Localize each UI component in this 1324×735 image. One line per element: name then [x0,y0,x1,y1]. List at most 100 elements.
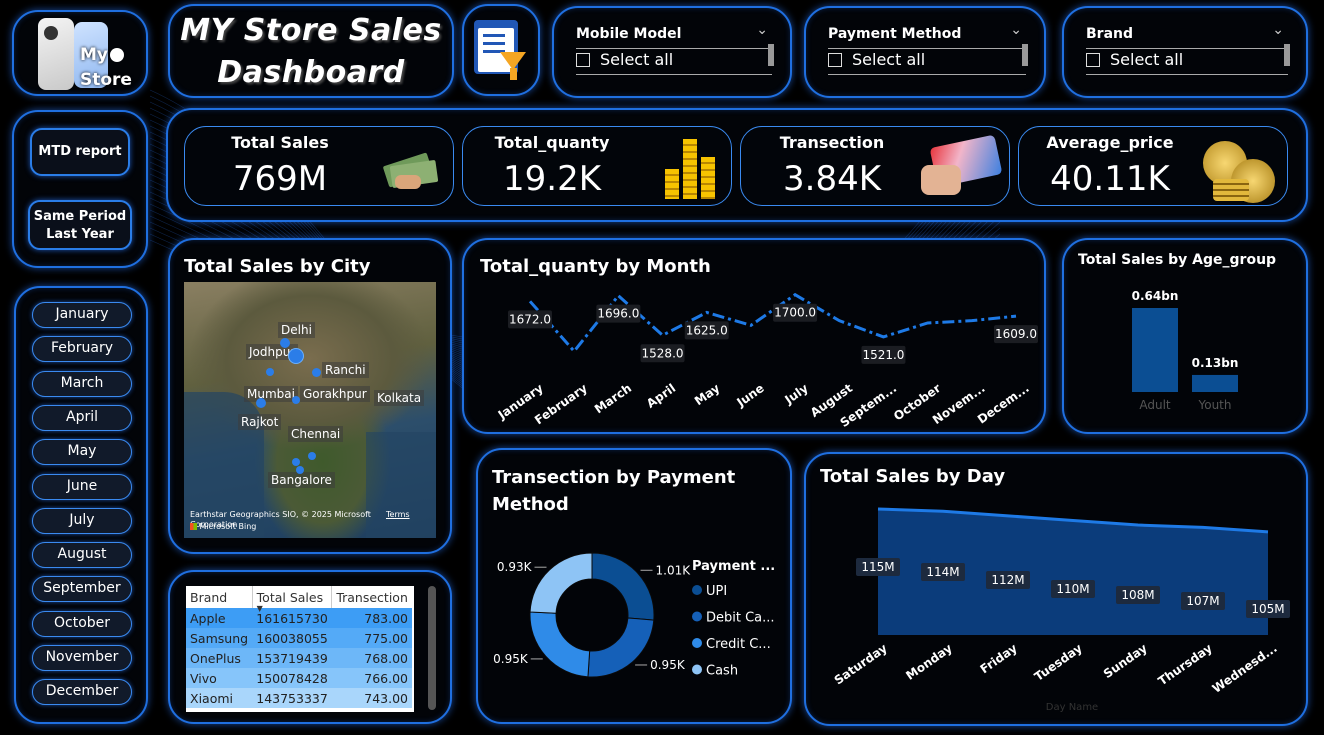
map-bubble[interactable] [256,398,266,408]
slicer-title: Brand [1086,26,1134,42]
month-button[interactable]: October [32,610,132,637]
divider [828,48,1026,49]
legend-marker [692,664,702,675]
map-bubble[interactable] [292,396,300,404]
scrollbar[interactable] [1022,44,1028,66]
payment-donut-chart[interactable]: 1.01K 0.95K 0.95K 0.93K Payment ... UPI Debit … [478,450,790,722]
select-all-checkbox[interactable] [1086,53,1100,67]
month-button[interactable]: June [32,473,132,500]
table-row[interactable]: Samsung 160038055 775.00 [186,628,412,648]
city-label: Delhi [278,322,315,338]
slicer-brand[interactable]: Brand ⌄ Select all [1062,6,1308,98]
age-bar-chart[interactable]: 0.64bn Adult 0.13bn Youth [1064,240,1306,432]
bar-value-label: 0.64bn [1132,289,1179,303]
table-cell: Xiaomi [190,690,233,706]
select-all-label: Select all [1110,50,1184,69]
month-button[interactable]: January [32,302,132,328]
table-row[interactable]: Vivo 150078428 766.00 [186,668,412,688]
table-row[interactable]: Xiaomi 143753337 743.00 [186,688,412,708]
data-label: 115M [861,560,894,574]
data-label: 1521.0 [862,348,904,362]
x-tick-label: Adult [1139,398,1171,412]
month-button[interactable]: November [32,645,132,671]
month-button[interactable]: December [32,679,132,706]
mtd-report-label: MTD report [38,144,122,159]
gold-coins-icon [1203,135,1283,205]
donut-slice [587,617,655,678]
legend-marker [692,611,702,622]
brand-table-wrap[interactable]: Brand Total Sales ▼ Transection Apple 1616… [186,586,414,712]
map-terms-link[interactable]: Terms [386,510,410,519]
map-bubble[interactable] [296,466,304,474]
data-label: 1625.0 [686,323,728,337]
kpi-total-sales: Total Sales 769M [184,126,454,206]
kpi-value: 40.11K [1050,159,1170,199]
donut-slice [529,611,591,678]
map-bubble[interactable] [288,348,304,364]
table-cell: Vivo [190,670,217,686]
month-button[interactable]: February [32,336,132,363]
month-button[interactable]: July [32,507,132,534]
filter-panel[interactable] [462,4,540,96]
mtd-report-button[interactable]: MTD report [30,128,130,176]
column-header[interactable]: Total Sales ▼ [252,586,333,613]
donut-slice [529,552,593,614]
table-row[interactable]: OnePlus 153719439 768.00 [186,648,412,668]
month-button[interactable]: March [32,370,132,397]
map-bubble[interactable] [308,452,316,460]
month-button[interactable]: September [32,576,132,603]
map-bubble[interactable] [280,338,290,348]
logo-panel: My Store [12,10,148,96]
legend-entry: Debit Ca... [706,611,775,626]
x-tick-label: July [782,381,811,407]
chevron-down-icon[interactable]: ⌄ [1272,22,1284,38]
data-label: 1696.0 [597,307,639,321]
divider [828,74,1026,75]
month-button[interactable]: August [32,542,132,569]
legend-entry: Credit C... [706,637,771,652]
month-slicer-panel: January February March April May June July Augu… [14,286,148,724]
data-label: 114M [926,565,959,579]
city-map-panel: Total Sales by City Delhi Jodhpur Ranchi… [168,238,452,554]
table-row[interactable]: Apple 161615730 783.00 [186,608,412,628]
kpi-label: Total Sales [231,133,329,152]
map-bubble[interactable] [312,368,321,377]
sales-by-day-panel: Total Sales by Day 115M Saturday 114M Monda… [804,452,1308,726]
slicer-payment-method[interactable]: Payment Method ⌄ Select all [804,6,1046,98]
month-button[interactable]: May [32,439,132,466]
month-button[interactable]: April [32,404,132,431]
quantity-line-chart[interactable]: 1672.0 1696.0 1528.01625.0 1700.0 1521.0 1609… [464,240,1044,432]
select-all-checkbox[interactable] [828,53,842,67]
x-tick-label: Wednesd... [1210,641,1280,696]
select-all-checkbox[interactable] [576,53,590,67]
map-canvas[interactable]: Delhi Jodhpur Ranchi Mumbai Gorakhpur Ko… [184,282,436,538]
map-bubble[interactable] [292,458,300,466]
city-label: Mumbai [244,386,298,402]
page-title-line2: Dashboard [217,55,405,90]
bing-logo: Microsoft Bing [190,522,256,531]
x-tick-label: Friday [978,641,1020,676]
same-period-label-2: Last Year [46,227,114,242]
x-tick-label: Tuesday [1032,641,1085,684]
table-scrollbar[interactable] [428,586,436,710]
data-label: 112M [991,573,1024,587]
column-header[interactable]: Transection [331,586,412,608]
table-cell: 150078428 [256,670,328,686]
sales-by-day-area-chart[interactable]: 115M Saturday 114M Monday 112M Friday 110M Tues… [806,454,1306,724]
slicer-mobile-model[interactable]: Mobile Model ⌄ Select all [552,6,792,98]
map-bubble[interactable] [266,368,274,376]
kpi-value: 19.2K [503,159,601,199]
chevron-down-icon[interactable]: ⌄ [756,22,768,38]
scrollbar[interactable] [1284,44,1290,66]
kpi-label: Transection [779,133,885,152]
x-tick-label: Sunday [1101,641,1150,681]
divider [576,48,772,49]
table-cell: 743.00 [364,690,408,706]
table-cell: 161615730 [256,610,328,626]
column-header[interactable]: Brand [186,586,253,608]
same-period-last-year-button[interactable]: Same Period Last Year [28,200,132,250]
kpi-label: Total_quanty [494,133,610,152]
same-period-label-1: Same Period [33,209,127,224]
scrollbar[interactable] [768,44,774,66]
chevron-down-icon[interactable]: ⌄ [1010,22,1022,38]
